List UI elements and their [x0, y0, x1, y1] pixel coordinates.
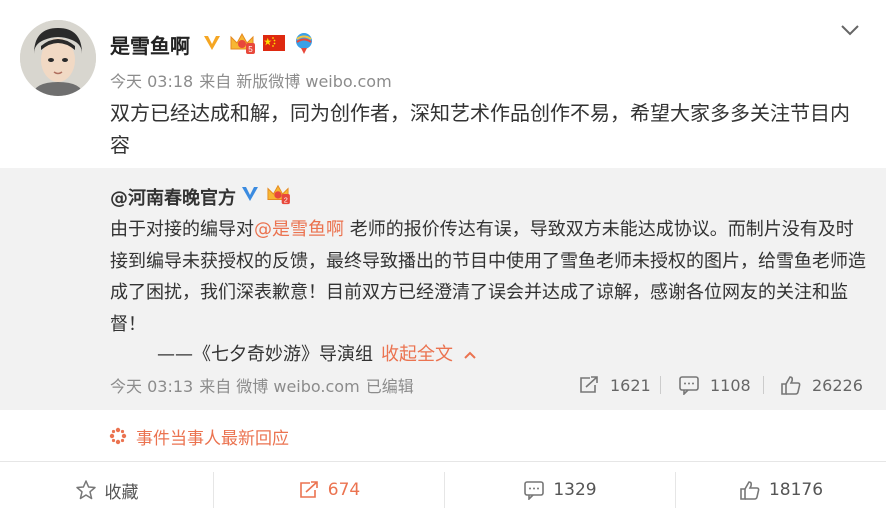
- chevron-down-icon[interactable]: [836, 18, 864, 42]
- repost-reposts[interactable]: 1621: [578, 372, 651, 398]
- favorite-label: 收藏: [104, 482, 139, 503]
- event-icon: [109, 427, 127, 445]
- repost-meta: 今天 03:13 来自 微博 weibo.com 已编辑: [110, 373, 420, 397]
- collapse-button[interactable]: 收起全文: [381, 344, 477, 365]
- like-button[interactable]: 18176: [676, 462, 886, 518]
- star-icon: [75, 480, 96, 500]
- pride-badge-icon: [292, 31, 316, 55]
- repost-text: 由于对接的编导对@是雪鱼啊 老师的报价传达有误，导致双方未能达成协议。而制片没有…: [110, 214, 870, 340]
- vip-crown-icon[interactable]: 5: [228, 31, 256, 55]
- post-username[interactable]: 是雪鱼啊: [110, 30, 190, 59]
- verified-icon[interactable]: [240, 185, 260, 203]
- post-text: 双方已经达成和解，同为创作者，深知艺术作品创作不易，希望大家多多关注节目内容: [110, 101, 850, 157]
- post-time[interactable]: 今天 03:18: [110, 72, 193, 91]
- like-icon: [781, 376, 801, 395]
- svg-text:2: 2: [284, 195, 288, 204]
- post-meta: 今天 03:18 来自 新版微博 weibo.com: [110, 68, 398, 92]
- comment-action-count: 1329: [553, 480, 597, 500]
- repost-button[interactable]: 674: [214, 462, 444, 518]
- repost-count: 1621: [610, 375, 651, 395]
- edited-label[interactable]: 已编辑: [366, 377, 414, 396]
- stat-divider: [763, 376, 764, 394]
- vip-crown-icon[interactable]: 2: [265, 183, 291, 205]
- collapse-label[interactable]: 收起全文: [381, 344, 453, 365]
- stat-divider: [660, 376, 661, 394]
- like-count: 26226: [812, 375, 863, 395]
- repost-username[interactable]: @河南春晚官方: [110, 184, 236, 210]
- chevron-up-icon: [464, 351, 476, 359]
- repost-icon: [580, 376, 598, 393]
- comment-icon: [679, 376, 699, 395]
- verified-icon[interactable]: [202, 34, 222, 52]
- comment-icon: [524, 481, 545, 500]
- mention-link[interactable]: @是雪鱼啊: [254, 219, 344, 240]
- repost-text-before: 由于对接的编导对: [110, 219, 254, 240]
- comment-button[interactable]: 1329: [445, 462, 675, 518]
- repost-icon: [299, 481, 318, 498]
- svg-text:5: 5: [248, 45, 253, 54]
- repost-source: 来自 微博 weibo.com: [199, 377, 360, 396]
- comment-count: 1108: [710, 375, 751, 395]
- event-label[interactable]: 事件当事人最新回应: [136, 424, 289, 449]
- user-badges: 5: [202, 28, 316, 58]
- event-link[interactable]: 事件当事人最新回应: [108, 424, 289, 449]
- repost-action-count: 674: [327, 480, 361, 500]
- like-icon: [740, 481, 760, 500]
- favorite-button[interactable]: 收藏: [0, 462, 213, 518]
- repost-comments[interactable]: 1108: [678, 372, 751, 398]
- repost-badges: 2: [240, 180, 291, 208]
- post-source: 来自 新版微博 weibo.com: [199, 72, 392, 91]
- like-action-count: 18176: [768, 480, 824, 500]
- china-flag-icon: [262, 33, 286, 53]
- repost-likes[interactable]: 26226: [780, 372, 863, 398]
- repost-signature: ——《七夕奇妙游》导演组 收起全文: [157, 340, 477, 366]
- repost-time[interactable]: 今天 03:13: [110, 377, 193, 396]
- avatar[interactable]: [20, 20, 96, 96]
- signature-text: ——《七夕奇妙游》导演组: [157, 344, 373, 365]
- weibo-post-card: 是雪鱼啊 5 今天 03:18 来自 新版微博 weibo.com 双方已经达成…: [0, 0, 886, 522]
